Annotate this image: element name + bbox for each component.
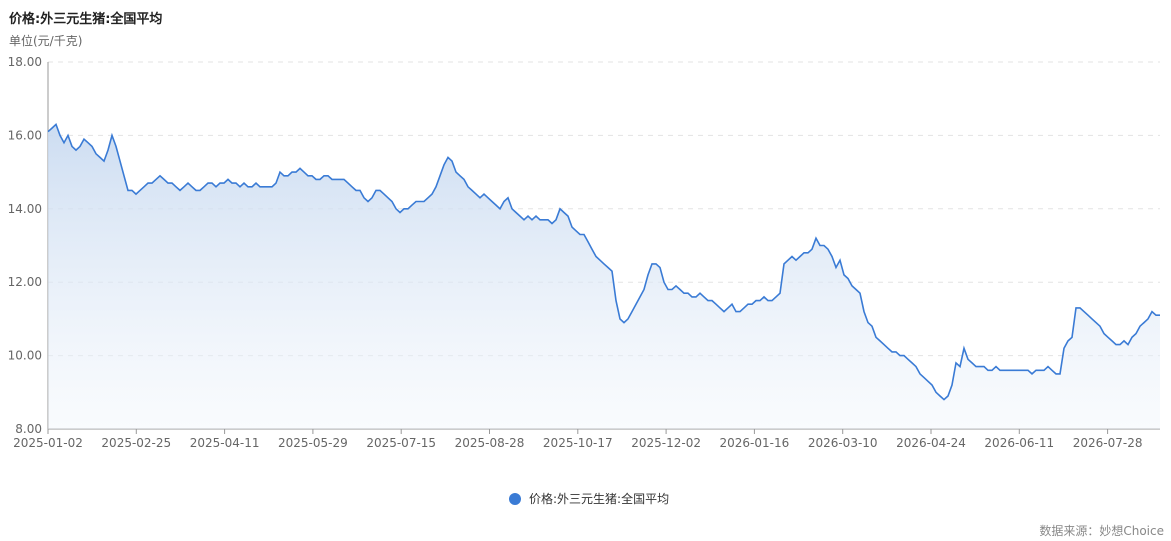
legend-label: 价格:外三元生猪:全国平均 [529,492,670,506]
x-tick-label: 2026-01-16 [720,436,790,450]
x-tick-label: 2025-04-11 [190,436,260,450]
x-tick-label: 2025-08-28 [455,436,525,450]
series-area [48,124,1160,430]
x-tick-label: 2026-06-11 [984,436,1054,450]
price-chart: 8.00 10.00 12.00 14.00 16.00 18.00 2025-01-02… [8,55,1160,450]
legend[interactable]: 价格:外三元生猪:全国平均 [509,490,669,507]
x-tick-label: 2025-01-02 [13,436,83,450]
y-tick-label: 12.00 [8,275,42,289]
y-tick-label: 10.00 [8,349,42,363]
x-axis: 2025-01-02 2025-02-25 2025-04-11 2025-05-29… [13,428,1160,450]
y-tick-label: 16.00 [8,128,42,142]
y-tick-label: 8.00 [15,422,42,436]
x-tick-label: 2025-02-25 [101,436,171,450]
data-source: 数据来源：妙想Choice [1039,524,1164,538]
x-tick-label: 2026-03-10 [808,436,878,450]
y-tick-label: 14.00 [8,202,42,216]
legend-marker-icon [509,492,521,505]
x-tick-label: 2025-10-17 [543,436,613,450]
y-axis: 8.00 10.00 12.00 14.00 16.00 18.00 [8,55,49,436]
x-tick-label: 2025-05-29 [278,436,348,450]
x-tick-label: 2026-07-28 [1073,436,1143,450]
x-tick-label: 2025-12-02 [631,436,701,450]
x-tick-label: 2025-07-15 [366,436,436,450]
x-tick-label: 2026-04-24 [896,436,966,450]
y-tick-label: 18.00 [8,55,42,69]
